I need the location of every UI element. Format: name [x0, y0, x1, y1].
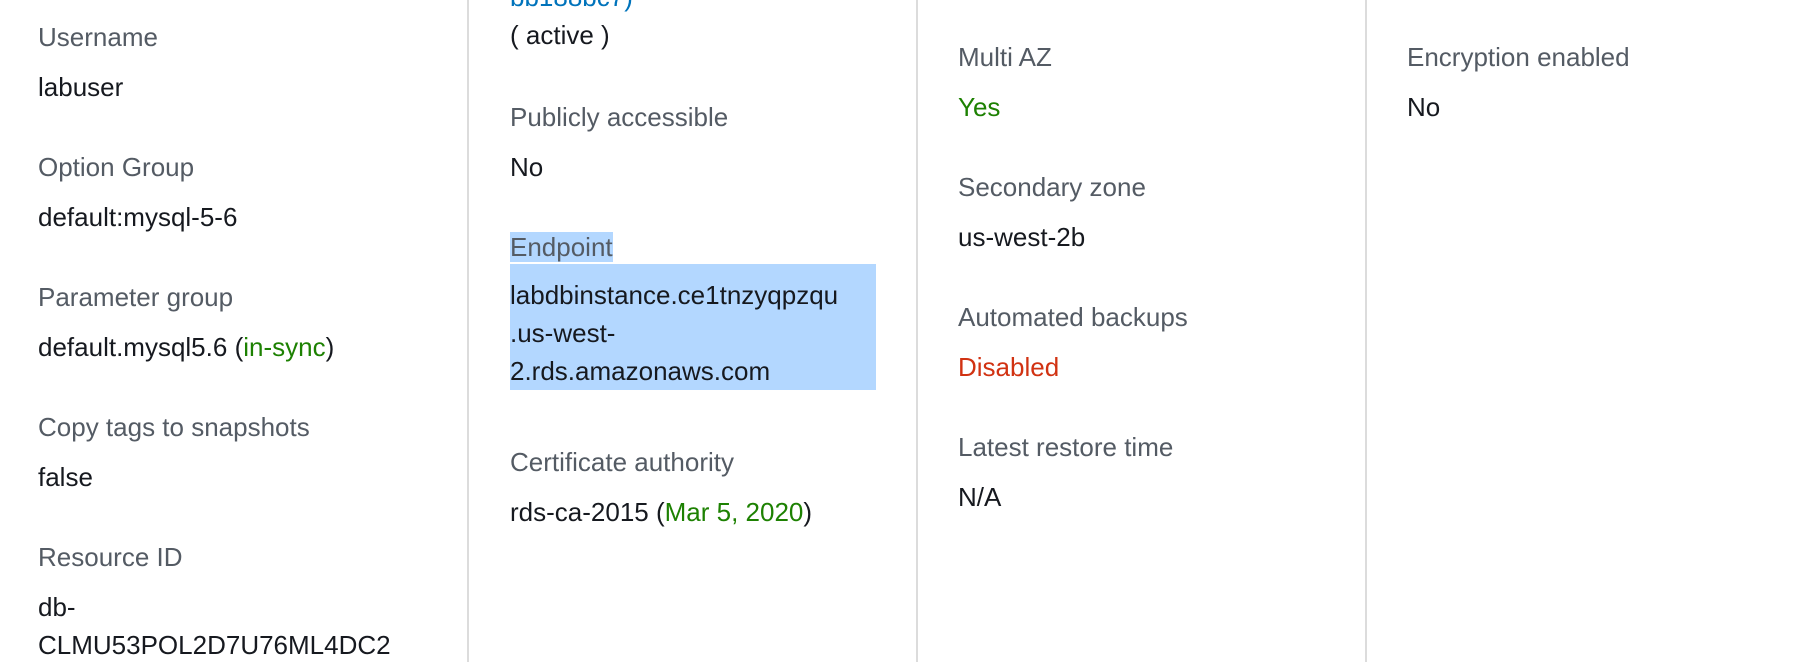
username-label: Username — [38, 22, 158, 52]
field-encryption: Encryption enabled No — [1407, 40, 1630, 126]
resource-id-value: db- CLMU53POL2D7U76ML4DC2 — [38, 588, 391, 662]
cert-authority-label: Certificate authority — [510, 447, 734, 477]
field-automated-backups: Automated backups Disabled — [958, 300, 1188, 386]
details-column-1: Username labuser Option Group default:my… — [38, 0, 468, 662]
details-column-3: Multi AZ Yes Secondary zone us-west-2b A… — [958, 0, 1358, 662]
cert-authority-name: rds-ca-2015 — [510, 497, 649, 527]
field-publicly-accessible: Publicly accessible No — [510, 100, 728, 186]
automated-backups-value: Disabled — [958, 352, 1060, 382]
endpoint-line-1: labdbinstance.ce1tnzyqpzqu — [510, 280, 839, 310]
security-group-link[interactable]: bb188bc7) — [510, 0, 633, 16]
paren-close: ) — [325, 332, 335, 362]
option-group-label: Option Group — [38, 152, 195, 182]
field-secondary-zone: Secondary zone us-west-2b — [958, 170, 1146, 256]
resource-id-line-1: db- — [38, 592, 76, 622]
column-divider — [1365, 0, 1367, 662]
field-security-group: bb188bc7) ( active ) — [510, 0, 633, 54]
cert-authority-value: rds-ca-2015 (Mar 5, 2020) — [510, 493, 812, 531]
field-copy-tags: Copy tags to snapshots false — [38, 410, 310, 496]
publicly-accessible-label: Publicly accessible — [510, 102, 729, 132]
details-column-4: Encryption enabled No — [1407, 0, 1804, 662]
details-column-2: bb188bc7) ( active ) Publicly accessible… — [510, 0, 910, 662]
security-group-status: ( active ) — [510, 20, 610, 50]
parameter-group-value: default.mysql5.6 (in-sync) — [38, 328, 334, 366]
cert-authority-date: Mar 5, 2020 — [664, 497, 804, 527]
paren-open: ( — [655, 497, 665, 527]
endpoint-line-2: .us-west- — [510, 318, 616, 348]
latest-restore-value: N/A — [958, 482, 1002, 512]
resource-id-line-2: CLMU53POL2D7U76ML4DC2 — [38, 630, 391, 660]
field-resource-id: Resource ID db- CLMU53POL2D7U76ML4DC2 — [38, 540, 391, 662]
field-username: Username labuser — [38, 20, 158, 106]
encryption-label: Encryption enabled — [1407, 42, 1630, 72]
instance-details-panel: Username labuser Option Group default:my… — [0, 0, 1804, 662]
copy-tags-label: Copy tags to snapshots — [38, 412, 310, 442]
secondary-zone-label: Secondary zone — [958, 172, 1146, 202]
publicly-accessible-value: No — [510, 152, 544, 182]
multi-az-value: Yes — [958, 92, 1001, 122]
endpoint-line-3: 2.rds.amazonaws.com — [510, 352, 771, 390]
multi-az-label: Multi AZ — [958, 42, 1052, 72]
endpoint-value[interactable]: labdbinstance.ce1tnzyqpzqu .us-west- 2.r… — [510, 264, 876, 390]
parameter-group-status: in-sync — [243, 332, 326, 362]
field-parameter-group: Parameter group default.mysql5.6 (in-syn… — [38, 280, 334, 366]
endpoint-label: Endpoint — [510, 230, 876, 264]
secondary-zone-value: us-west-2b — [958, 222, 1086, 252]
username-value: labuser — [38, 72, 124, 102]
parameter-group-label: Parameter group — [38, 282, 234, 312]
latest-restore-label: Latest restore time — [958, 432, 1174, 462]
field-multi-az: Multi AZ Yes — [958, 40, 1052, 126]
option-group-value: default:mysql-5-6 — [38, 202, 238, 232]
paren-close: ) — [803, 497, 813, 527]
field-option-group: Option Group default:mysql-5-6 — [38, 150, 237, 236]
encryption-value: No — [1407, 92, 1441, 122]
field-certificate-authority: Certificate authority rds-ca-2015 (Mar 5… — [510, 445, 812, 531]
paren-open: ( — [234, 332, 244, 362]
resource-id-label: Resource ID — [38, 542, 183, 572]
copy-tags-value: false — [38, 462, 93, 492]
field-latest-restore: Latest restore time N/A — [958, 430, 1173, 516]
endpoint-label-text: Endpoint — [510, 232, 613, 262]
automated-backups-label: Automated backups — [958, 302, 1188, 332]
field-endpoint: Endpoint labdbinstance.ce1tnzyqpzqu .us-… — [510, 230, 876, 390]
parameter-group-name: default.mysql5.6 — [38, 332, 228, 362]
column-divider — [916, 0, 918, 662]
